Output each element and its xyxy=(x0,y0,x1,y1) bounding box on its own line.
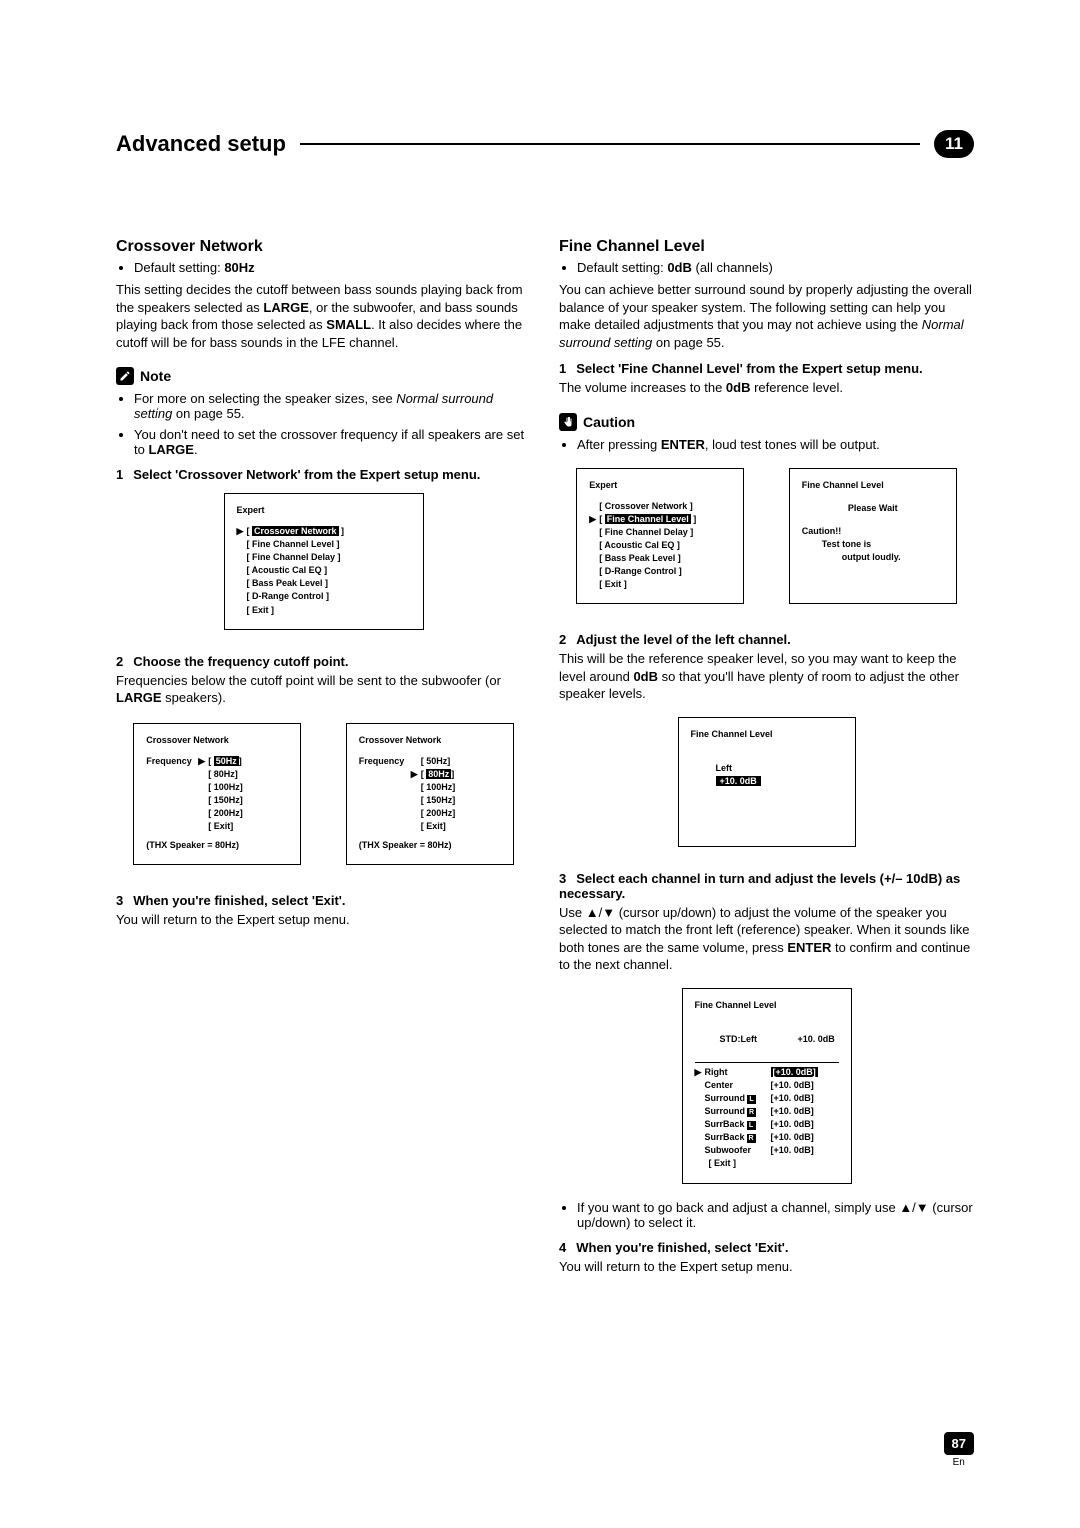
osd-freq-list: Frequency▶[ 50Hz] [ 80Hz] [ 100Hz] [ 150… xyxy=(146,755,288,833)
please-wait: Please Wait xyxy=(802,502,944,515)
osd-freq-list: Frequency [ 50Hz]▶[ 80Hz] [ 100Hz] [ 150… xyxy=(359,755,501,833)
osd-crossover-a: Crossover Network Frequency▶[ 50Hz] [ 80… xyxy=(133,723,301,865)
page-footer: 87 En xyxy=(944,1432,974,1468)
crossover-intro: This setting decides the cutoff between … xyxy=(116,281,531,351)
osd-footer: (THX Speaker = 80Hz) xyxy=(359,839,501,852)
osd-fcl-wait: Fine Channel Level Please Wait Caution!!… xyxy=(789,468,957,604)
note-label: Note xyxy=(140,368,171,384)
crossover-step3-body: You will return to the Expert setup menu… xyxy=(116,911,531,929)
fcl-ref-row: STD:Left+10. 0dB xyxy=(695,1020,839,1059)
osd-crossover-b: Crossover Network Frequency [ 50Hz]▶[ 80… xyxy=(346,723,514,865)
osd-fcl-pair: Expert [ Crossover Network ]▶[ Fine Chan… xyxy=(559,460,974,618)
fcl-rows: ▶Right[+10. 0dB] Center[+10. 0dB] Surrou… xyxy=(695,1066,839,1157)
crossover-step1: 1Select 'Crossover Network' from the Exp… xyxy=(116,467,531,482)
fcl-tip: If you want to go back and adjust a chan… xyxy=(559,1200,974,1230)
chapter-header: Advanced setup 11 xyxy=(116,130,974,158)
caution-header: Caution xyxy=(559,413,974,431)
osd-title: Expert xyxy=(589,479,731,492)
chapter-title: Advanced setup xyxy=(116,131,300,157)
page-number: 87 xyxy=(944,1432,974,1455)
pencil-icon xyxy=(116,367,134,385)
note-item-1: For more on selecting the speaker sizes,… xyxy=(134,391,531,421)
fcl-tip-item: If you want to go back and adjust a chan… xyxy=(577,1200,974,1230)
header-rule xyxy=(300,143,920,145)
osd-fcl-channel-list: Fine Channel Level STD:Left+10. 0dB ▶Rig… xyxy=(682,988,852,1184)
right-column: Fine Channel Level Default setting: 0dB … xyxy=(559,238,974,1281)
osd-title: Expert xyxy=(237,504,411,517)
fcl-left-row: Left +10. 0dB xyxy=(691,749,843,801)
osd-fcl-left: Fine Channel Level Left +10. 0dB xyxy=(678,717,856,847)
caution-line: output loudly. xyxy=(802,551,944,564)
osd-footer: (THX Speaker = 80Hz) xyxy=(146,839,288,852)
note-list: For more on selecting the speaker sizes,… xyxy=(116,391,531,457)
note-header: Note xyxy=(116,367,531,385)
arrow-up-down-icon: ▲/▼ xyxy=(586,905,615,920)
osd-expert-menu-2: Expert [ Crossover Network ]▶[ Fine Chan… xyxy=(576,468,744,604)
fcl-intro: You can achieve better surround sound by… xyxy=(559,281,974,351)
left-column: Crossover Network Default setting: 80Hz … xyxy=(116,238,531,1281)
crossover-step2-body: Frequencies below the cutoff point will … xyxy=(116,672,531,707)
fcl-step2-body: This will be the reference speaker level… xyxy=(559,650,974,703)
fcl-default: Default setting: 0dB (all channels) xyxy=(559,260,974,275)
manual-page: Advanced setup 11 Crossover Network Defa… xyxy=(0,0,1080,1528)
crossover-step3: 3When you're finished, select 'Exit'. xyxy=(116,893,531,908)
fcl-step2: 2Adjust the level of the left channel. xyxy=(559,632,974,647)
fcl-step4-body: You will return to the Expert setup menu… xyxy=(559,1258,974,1276)
note-item-2: You don't need to set the crossover freq… xyxy=(134,427,531,457)
osd-title: Fine Channel Level xyxy=(691,728,843,741)
caution-line: Test tone is xyxy=(802,538,944,551)
fcl-step3: 3Select each channel in turn and adjust … xyxy=(559,871,974,901)
crossover-step2: 2Choose the frequency cutoff point. xyxy=(116,654,531,669)
hand-icon xyxy=(559,413,577,431)
arrow-up-down-icon: ▲/▼ xyxy=(899,1200,928,1215)
crossover-heading: Crossover Network xyxy=(116,238,531,256)
osd-title: Fine Channel Level xyxy=(802,479,944,492)
caution-item: After pressing ENTER, loud test tones wi… xyxy=(577,437,974,452)
body-columns: Crossover Network Default setting: 80Hz … xyxy=(116,238,974,1281)
crossover-default: Default setting: 80Hz xyxy=(116,260,531,275)
caution-text: Caution!! xyxy=(802,525,944,538)
caution-list: After pressing ENTER, loud test tones wi… xyxy=(559,437,974,452)
osd-menu-items: [ Crossover Network ]▶[ Fine Channel Lev… xyxy=(589,500,731,591)
fcl-step1: 1Select 'Fine Channel Level' from the Ex… xyxy=(559,361,974,376)
osd-title: Crossover Network xyxy=(359,734,501,747)
page-lang: En xyxy=(944,1457,974,1468)
fcl-step3-body: Use ▲/▼ (cursor up/down) to adjust the v… xyxy=(559,904,974,974)
crossover-default-item: Default setting: 80Hz xyxy=(134,260,531,275)
caution-label: Caution xyxy=(583,414,635,430)
fcl-heading: Fine Channel Level xyxy=(559,238,974,256)
chapter-number-pill: 11 xyxy=(934,130,974,158)
fcl-default-item: Default setting: 0dB (all channels) xyxy=(577,260,974,275)
osd-expert-menu-1: Expert ▶[ Crossover Network ] [ Fine Cha… xyxy=(224,493,424,629)
osd-title: Crossover Network xyxy=(146,734,288,747)
osd-menu-items: ▶[ Crossover Network ] [ Fine Channel Le… xyxy=(237,525,411,616)
fcl-exit-row: [ Exit ] xyxy=(695,1157,839,1170)
osd-title: Fine Channel Level xyxy=(695,999,839,1012)
fcl-step1-body: The volume increases to the 0dB referenc… xyxy=(559,379,974,397)
fcl-step4: 4When you're finished, select 'Exit'. xyxy=(559,1240,974,1255)
osd-crossover-pair: Crossover Network Frequency▶[ 50Hz] [ 80… xyxy=(116,715,531,879)
